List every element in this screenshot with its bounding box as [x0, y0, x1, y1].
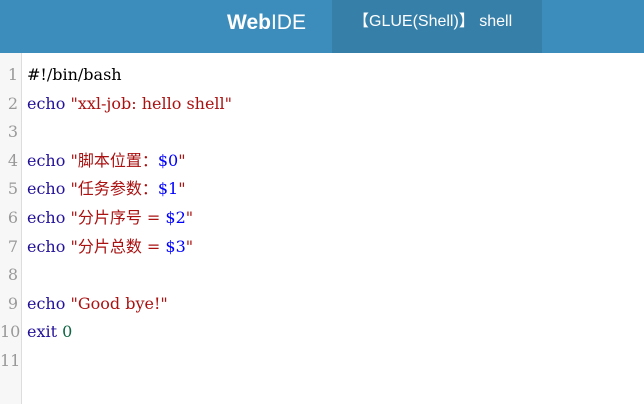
code-token-var: $2 — [165, 208, 186, 227]
line-code: echo "xxl-job: hello shell" — [27, 89, 232, 118]
code-token-str: " — [185, 208, 194, 227]
line-number: 9 — [7, 293, 18, 313]
code-line[interactable]: 9 echo "Good bye!" — [0, 289, 644, 318]
code-line[interactable]: 1 #!/bin/bash — [0, 60, 644, 89]
code-token-plain: #!/bin/bash — [27, 65, 122, 84]
line-number: 6 — [7, 208, 18, 227]
code-token-num: 0 — [62, 322, 73, 342]
brand-logo: WebIDE — [227, 8, 306, 37]
code-token-str: " — [178, 150, 186, 170]
code-line[interactable]: 8 — [0, 260, 644, 289]
glue-type-label: 【GLUE(Shell)】 shell — [353, 13, 513, 30]
code-line[interactable]: 7 echo "分片总数 = $3" — [0, 232, 644, 261]
code-token-var: $3 — [165, 236, 186, 256]
brand-bold: Web — [227, 11, 271, 34]
code-token-str: "脚本位置： — [70, 150, 158, 170]
code-token-str: " — [185, 236, 194, 256]
code-token-str: "分片总数 = — [70, 236, 166, 256]
line-number: 11 — [0, 351, 21, 370]
app-header: WebIDE 【GLUE(Shell)】 shell — [0, 0, 644, 53]
code-token-kw: echo — [27, 179, 66, 199]
code-line[interactable]: 4 echo "脚本位置：$0" — [0, 146, 644, 175]
code-token-str: "Good bye!" — [70, 293, 168, 313]
brand-rest: IDE — [270, 11, 306, 34]
code-line[interactable]: 3 — [0, 117, 644, 146]
line-number: 2 — [7, 93, 18, 113]
code-token-var: $0 — [157, 150, 179, 170]
line-code: exit 0 — [27, 317, 72, 346]
code-line[interactable]: 2 echo "xxl-job: hello shell" — [0, 89, 644, 118]
code-line[interactable]: 11 — [0, 346, 644, 375]
line-code: echo "脚本位置：$0" — [27, 146, 186, 175]
code-token-kw: echo — [27, 208, 66, 227]
line-code: echo "分片总数 = $3" — [27, 232, 193, 261]
line-number: 10 — [0, 322, 21, 342]
line-number: 1 — [7, 65, 18, 84]
code-token-kw: echo — [27, 150, 66, 170]
line-number: 8 — [7, 265, 18, 285]
line-number: 4 — [7, 150, 18, 170]
code-token-str: " — [178, 179, 186, 199]
code-token-str: "xxl-job: hello shell" — [70, 93, 233, 113]
code-line[interactable]: 10 exit 0 — [0, 317, 644, 346]
code-token-kw: echo — [27, 236, 66, 256]
code-editor[interactable]: 1 #!/bin/bash 2 echo "xxl-job: hello shell"… — [0, 53, 644, 404]
line-number: 5 — [7, 179, 18, 199]
line-number: 3 — [7, 122, 18, 142]
code-token-str: "分片序号 = — [70, 208, 166, 227]
code-token-str: "任务参数： — [70, 179, 158, 199]
line-number: 7 — [7, 236, 18, 256]
code-token-kw: echo — [27, 293, 66, 313]
line-code: echo "任务参数：$1" — [27, 174, 186, 203]
code-token-kw: echo — [27, 93, 66, 113]
line-code: #!/bin/bash — [27, 60, 122, 89]
code-token-kw: exit — [27, 322, 58, 342]
code-token-var: $1 — [157, 179, 179, 199]
code-line[interactable]: 6 echo "分片序号 = $2" — [0, 203, 644, 232]
code-line[interactable]: 5 echo "任务参数：$1" — [0, 174, 644, 203]
line-code: echo "Good bye!" — [27, 289, 168, 318]
line-code: echo "分片序号 = $2" — [27, 203, 193, 232]
